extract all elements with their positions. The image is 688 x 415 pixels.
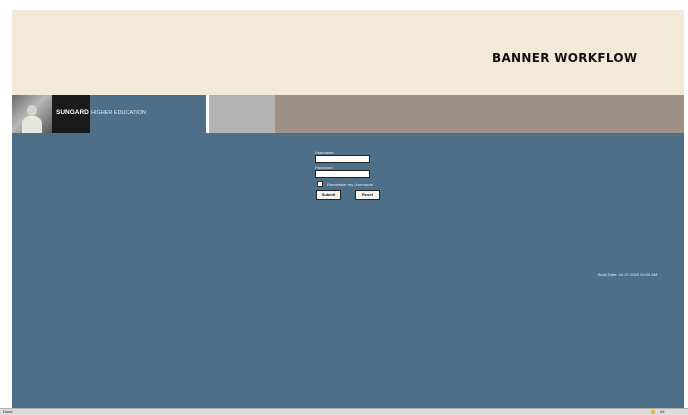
photo-body bbox=[22, 116, 42, 133]
remember-label: Remember my Username bbox=[327, 181, 373, 187]
status-text: Done bbox=[3, 409, 13, 414]
login-form: Username Password Remember my Username S… bbox=[315, 150, 405, 200]
photo-head bbox=[27, 105, 37, 116]
status-bar: Done Int bbox=[0, 408, 688, 415]
remember-checkbox[interactable] bbox=[317, 181, 323, 187]
reset-button[interactable]: Reset bbox=[355, 190, 380, 200]
button-row: Submit Reset bbox=[315, 190, 405, 200]
photo-image bbox=[12, 95, 52, 133]
left-edge bbox=[0, 0, 12, 408]
app-title: BANNER WORKFLOW bbox=[492, 51, 638, 65]
page-header: BANNER WORKFLOW bbox=[12, 10, 684, 95]
zone-text: Int bbox=[660, 409, 665, 414]
submit-button[interactable]: Submit bbox=[316, 190, 341, 200]
build-date: Build Date: 04-07-2010 04:00 AM bbox=[598, 272, 658, 277]
sungard-logo: SUNGARD bbox=[56, 109, 89, 116]
brand-tagline: HIGHER EDUCATION bbox=[91, 110, 146, 116]
brand-gray-block bbox=[209, 95, 275, 133]
remember-row: Remember my Username bbox=[317, 180, 405, 188]
lock-icon bbox=[651, 410, 655, 414]
username-input[interactable] bbox=[315, 155, 370, 163]
browser-window: BANNER WORKFLOW SUNGARD HIGHER EDUCATION… bbox=[0, 0, 688, 415]
password-input[interactable] bbox=[315, 170, 370, 178]
